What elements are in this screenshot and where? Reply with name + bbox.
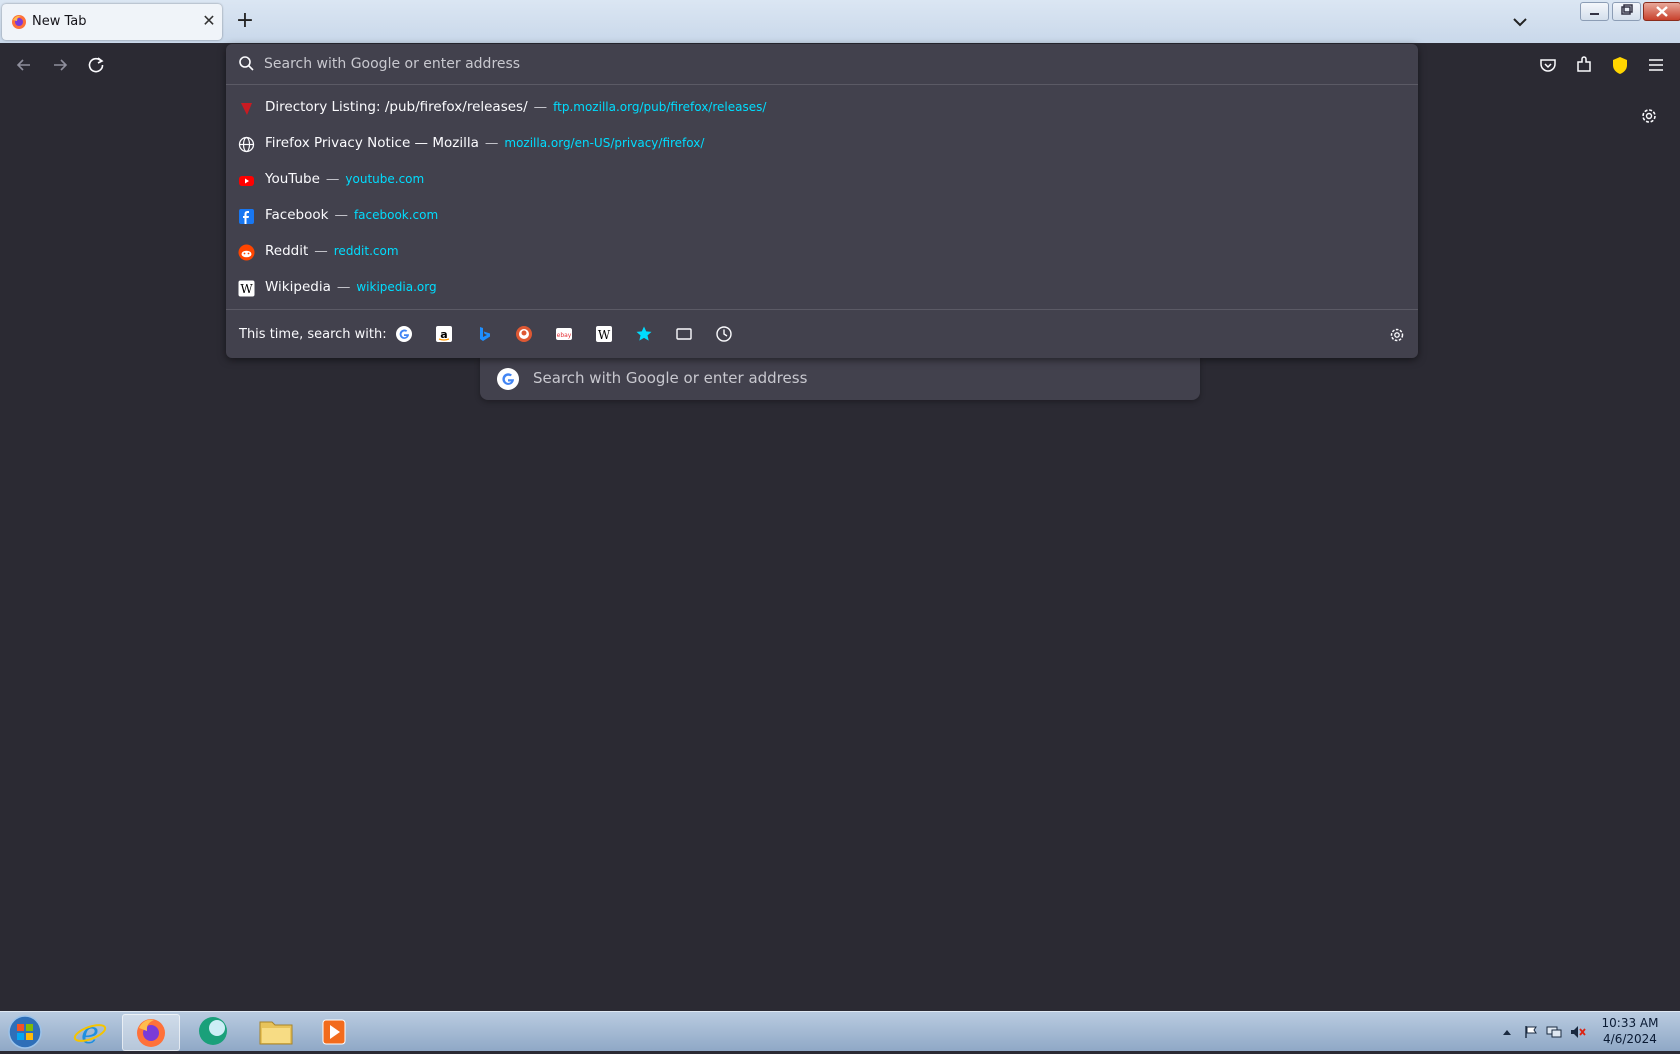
close-icon: [1656, 6, 1668, 17]
restore-icon: [1621, 4, 1633, 15]
result-url: wikipedia.org: [356, 280, 437, 294]
result-separator: —: [533, 99, 548, 115]
ebay-icon[interactable]: ebay: [555, 325, 573, 343]
taskbar-file-explorer[interactable]: [248, 1014, 304, 1049]
svg-text:a: a: [440, 328, 447, 341]
one-off-search-bar: This time, search with: a ebay W: [226, 309, 1418, 359]
urlbar: [226, 44, 1418, 85]
result-url: mozilla.org/en-US/privacy/firefox/: [504, 136, 705, 150]
history-icon[interactable]: [715, 325, 733, 343]
bookmarks-icon[interactable]: [635, 325, 653, 343]
start-button[interactable]: [0, 1014, 50, 1049]
firefox-icon: [137, 1019, 165, 1047]
volume-muted-icon[interactable]: [1570, 1025, 1586, 1039]
result-row[interactable]: W Wikipedia — wikipedia.org: [226, 270, 1418, 306]
globe-icon: [238, 136, 255, 153]
pocket-icon[interactable]: [1537, 54, 1559, 76]
result-url: youtube.com: [345, 172, 425, 186]
search-with-label: This time, search with:: [239, 327, 387, 342]
svg-text:e: e: [81, 1016, 99, 1049]
result-url: facebook.com: [353, 208, 439, 222]
result-separator: —: [314, 243, 328, 259]
content-search-placeholder: Search with Google or enter address: [533, 369, 808, 387]
result-row[interactable]: Reddit — reddit.com: [226, 234, 1418, 270]
folder-icon: [259, 1021, 293, 1045]
windows-start-icon: [8, 1015, 42, 1049]
tab-title: New Tab: [32, 14, 87, 29]
result-title: Directory Listing: /pub/firefox/releases…: [265, 99, 528, 115]
clock[interactable]: 10:33 AM 4/6/2024: [1590, 1015, 1670, 1047]
tabs-icon[interactable]: [675, 325, 693, 343]
result-url: reddit.com: [333, 244, 399, 258]
action-center-flag-icon[interactable]: [1523, 1025, 1539, 1039]
taskbar-firefox[interactable]: [122, 1014, 180, 1051]
taskbar-app[interactable]: [185, 1014, 241, 1049]
minimize-icon: [1590, 13, 1599, 15]
content-search-box[interactable]: Search with Google or enter address: [480, 357, 1200, 400]
bing-icon[interactable]: [475, 325, 493, 343]
result-title: Wikipedia: [265, 279, 331, 295]
chevron-down-icon[interactable]: [1508, 10, 1532, 34]
taskbar: e 10:33 AM 4/6/2024: [0, 1011, 1680, 1051]
result-url: ftp.mozilla.org/pub/firefox/releases/: [553, 100, 767, 114]
duckduckgo-icon[interactable]: [515, 325, 533, 343]
shield-icon[interactable]: [1609, 54, 1631, 76]
search-icon: [239, 56, 254, 71]
network-icon[interactable]: [1546, 1025, 1562, 1039]
clock-date: 4/6/2024: [1603, 1032, 1657, 1046]
back-icon[interactable]: [13, 54, 35, 76]
reload-icon[interactable]: [85, 54, 107, 76]
tab-new-tab[interactable]: New Tab ✕: [2, 4, 222, 40]
taskbar-internet-explorer[interactable]: e: [62, 1014, 118, 1051]
google-icon: [497, 368, 519, 390]
result-row[interactable]: Facebook — facebook.com: [226, 198, 1418, 234]
facebook-icon: [239, 209, 254, 224]
internet-explorer-icon: e: [73, 1016, 107, 1051]
urlbar-input[interactable]: [264, 54, 1164, 74]
result-separator: —: [484, 135, 499, 151]
result-row[interactable]: YouTube — youtube.com: [226, 162, 1418, 198]
svg-text:W: W: [240, 282, 253, 296]
reddit-icon: [238, 244, 255, 261]
gear-icon[interactable]: [1639, 106, 1659, 126]
result-separator: —: [336, 279, 351, 295]
minimize-button[interactable]: [1580, 2, 1609, 21]
chat-bubble-icon: [199, 1017, 227, 1045]
result-separator: —: [334, 207, 348, 223]
close-window-button[interactable]: [1643, 2, 1680, 21]
restore-button[interactable]: [1612, 2, 1641, 21]
result-separator: —: [325, 171, 340, 187]
menu-icon[interactable]: [1645, 54, 1667, 76]
svg-text:W: W: [598, 328, 611, 342]
result-title: Facebook: [265, 207, 329, 223]
result-title: Firefox Privacy Notice — Mozilla: [265, 135, 479, 151]
taskbar-media-player[interactable]: [306, 1014, 362, 1049]
clock-time: 10:33 AM: [1601, 1016, 1659, 1030]
amazon-icon[interactable]: a: [435, 325, 453, 343]
wikipedia-icon[interactable]: W: [595, 325, 613, 343]
result-title: Reddit: [265, 243, 309, 259]
svg-text:ebay: ebay: [557, 332, 572, 339]
forward-icon[interactable]: [49, 54, 71, 76]
google-icon[interactable]: [395, 325, 413, 343]
close-tab-icon[interactable]: ✕: [199, 11, 219, 30]
media-player-icon: [322, 1019, 346, 1045]
new-tab-button[interactable]: +: [233, 9, 257, 33]
firefox-icon: [12, 15, 26, 29]
result-title: YouTube: [265, 171, 320, 187]
search-settings-icon[interactable]: [1388, 326, 1406, 344]
urlbar-dropdown: Directory Listing: /pub/firefox/releases…: [226, 44, 1418, 358]
ftp-icon: [241, 103, 252, 115]
show-hidden-icons-icon[interactable]: [1499, 1025, 1515, 1039]
youtube-icon: [239, 176, 254, 186]
result-row[interactable]: Firefox Privacy Notice — Mozilla — mozilla…: [226, 126, 1418, 162]
extensions-icon[interactable]: [1573, 54, 1595, 76]
wikipedia-icon: W: [238, 280, 255, 297]
result-row[interactable]: Directory Listing: /pub/firefox/releases…: [226, 90, 1418, 126]
